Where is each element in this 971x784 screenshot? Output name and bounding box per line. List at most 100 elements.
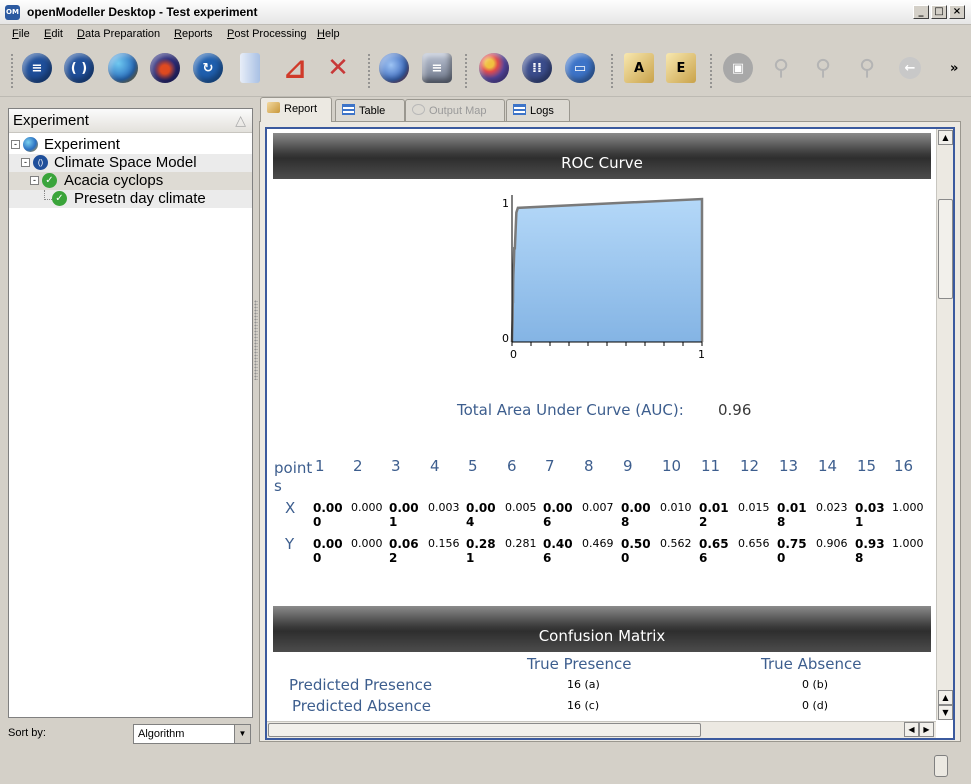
tb-button-8[interactable]: ✕ bbox=[321, 51, 355, 85]
menu-edit[interactable]: Edit bbox=[44, 28, 63, 40]
cell-c: 16 (c) bbox=[567, 699, 600, 712]
x-value-cell: 0.00 1 bbox=[389, 501, 419, 529]
algorithm-icon: () bbox=[33, 155, 48, 170]
tree-item-present-day-climate[interactable]: ✓ Presetn day climate bbox=[9, 190, 252, 208]
y-value-cell: 0.06 2 bbox=[389, 537, 419, 565]
predicted-presence-label: Predicted Presence bbox=[289, 676, 433, 694]
x-value-cell: 0.000 bbox=[351, 501, 383, 514]
title-bar: OM openModeller Desktop - Test experimen… bbox=[0, 0, 971, 25]
y-row-label: Y bbox=[285, 535, 295, 553]
camera-icon: ▣ bbox=[723, 53, 753, 83]
tb-button-2[interactable]: ( ) bbox=[62, 51, 96, 85]
zoom-full-icon: ⚲ bbox=[858, 55, 876, 81]
tb-button-15[interactable]: E bbox=[664, 51, 698, 85]
y-value-cell: 0.000 bbox=[351, 537, 383, 550]
collapse-icon[interactable]: - bbox=[30, 176, 39, 185]
tab-table[interactable]: Table bbox=[335, 99, 405, 121]
sort-by-value: Algorithm bbox=[138, 728, 185, 740]
scroll-thumb[interactable] bbox=[938, 199, 953, 299]
tb-button-16[interactable]: ▣ bbox=[721, 51, 755, 85]
tree-connector bbox=[44, 190, 52, 200]
maximize-button[interactable]: □ bbox=[931, 5, 947, 19]
point-number: 9 bbox=[623, 457, 633, 475]
tab-label: Output Map bbox=[429, 105, 487, 117]
tree-item-label: Acacia cyclops bbox=[64, 172, 164, 189]
tb-button-12[interactable]: ⁞⁞ bbox=[520, 51, 554, 85]
splitter-handle[interactable] bbox=[254, 300, 258, 380]
scroll-left-icon[interactable]: ◀ bbox=[904, 722, 919, 737]
tree-item-climate-space-model[interactable]: - () Climate Space Model bbox=[9, 154, 252, 172]
refresh-model-icon: ↻ bbox=[193, 53, 223, 83]
tb-button-1[interactable]: ≡ bbox=[20, 51, 54, 85]
tree-item-label: Climate Space Model bbox=[54, 154, 197, 171]
menu-file[interactable]: File bbox=[12, 28, 30, 40]
tb-button-13[interactable]: ▭ bbox=[563, 51, 597, 85]
point-number: 7 bbox=[545, 457, 555, 475]
palette-icon bbox=[479, 53, 509, 83]
experiment-panel: Experiment △ - Experiment - () Climate S… bbox=[8, 108, 253, 718]
point-number: 10 bbox=[662, 457, 682, 475]
collapse-icon[interactable]: - bbox=[21, 158, 30, 167]
tb-button-5[interactable]: ↻ bbox=[191, 51, 225, 85]
tab-label: Report bbox=[284, 103, 318, 115]
point-number: 2 bbox=[353, 457, 363, 475]
tree-item-label: Presetn day climate bbox=[74, 190, 206, 207]
tb-button-20[interactable]: ← bbox=[893, 51, 927, 85]
horizontal-scrollbar[interactable]: ◀ ▶ bbox=[267, 721, 936, 738]
points-header: points bbox=[274, 459, 313, 495]
tree-item-acacia-cyclops[interactable]: - ✓ Acacia cyclops bbox=[9, 172, 252, 190]
tab-report[interactable]: Report bbox=[260, 97, 332, 122]
menu-help[interactable]: Help bbox=[317, 28, 340, 40]
tab-logs[interactable]: Logs bbox=[506, 99, 570, 121]
scroll-thumb[interactable] bbox=[268, 723, 701, 737]
roc-area bbox=[512, 199, 702, 342]
point-number: 14 bbox=[818, 457, 838, 475]
algorithm-icon: ( ) bbox=[64, 53, 94, 83]
collapse-icon[interactable]: - bbox=[11, 140, 20, 149]
tab-output-map[interactable]: Output Map bbox=[405, 99, 505, 121]
tb-button-3[interactable] bbox=[106, 51, 140, 85]
menu-reports[interactable]: Reports bbox=[174, 28, 213, 40]
tb-button-10[interactable]: ≡ bbox=[420, 51, 454, 85]
check-icon: ✓ bbox=[42, 173, 57, 188]
x-row-label: X bbox=[285, 499, 296, 517]
sort-by-label: Sort by: bbox=[8, 727, 46, 739]
tree-item-experiment[interactable]: - Experiment bbox=[9, 136, 252, 154]
tb-button-7[interactable]: ⊿ bbox=[278, 51, 312, 85]
scroll-down-icon[interactable]: ▼ bbox=[938, 705, 953, 720]
x-value-cell: 0.00 0 bbox=[313, 501, 343, 529]
toolbar-overflow-button[interactable]: » bbox=[950, 61, 958, 76]
tb-button-19[interactable]: ⚲ bbox=[850, 51, 884, 85]
menu-post-processing[interactable]: Post Processing bbox=[227, 28, 307, 40]
menu-data-preparation[interactable]: Data Preparation bbox=[77, 28, 160, 40]
tb-button-17[interactable]: ⚲ bbox=[764, 51, 798, 85]
experiment-header[interactable]: Experiment △ bbox=[9, 109, 252, 133]
x-tick-label: 1 bbox=[698, 348, 705, 361]
roc-chart: 1 00 1 bbox=[502, 195, 705, 361]
tb-button-4[interactable] bbox=[148, 51, 182, 85]
tb-button-14[interactable]: A bbox=[622, 51, 656, 85]
status-indicator bbox=[934, 755, 948, 777]
vertical-scrollbar[interactable]: ▲ ▲ ▼ bbox=[936, 129, 953, 720]
tb-button-6[interactable] bbox=[233, 51, 267, 85]
scroll-right-icon[interactable]: ▶ bbox=[919, 722, 934, 737]
tb-button-18[interactable]: ⚲ bbox=[806, 51, 840, 85]
x-value-cell: 0.03 1 bbox=[855, 501, 885, 529]
rain-model-icon: ⁞⁞ bbox=[522, 53, 552, 83]
true-absence-header: True Absence bbox=[761, 655, 862, 673]
tb-button-9[interactable] bbox=[377, 51, 411, 85]
x-value-cell: 0.01 2 bbox=[699, 501, 729, 529]
chevron-down-icon[interactable]: ▼ bbox=[234, 725, 250, 743]
x-value-cell: 0.005 bbox=[505, 501, 537, 514]
x-value-cell: 0.00 8 bbox=[621, 501, 651, 529]
cell-a: 16 (a) bbox=[567, 678, 600, 691]
database-stack-icon: ≡ bbox=[22, 53, 52, 83]
scroll-up-icon[interactable]: ▲ bbox=[938, 130, 953, 145]
x-value-cell: 0.01 8 bbox=[777, 501, 807, 529]
sort-by-select[interactable]: Algorithm ▼ bbox=[133, 724, 251, 744]
minimize-button[interactable]: _ bbox=[913, 5, 929, 19]
close-button[interactable]: × bbox=[949, 5, 965, 19]
scroll-up-icon[interactable]: ▲ bbox=[938, 690, 953, 705]
tb-button-11[interactable] bbox=[477, 51, 511, 85]
x-value-cell: 0.007 bbox=[582, 501, 614, 514]
